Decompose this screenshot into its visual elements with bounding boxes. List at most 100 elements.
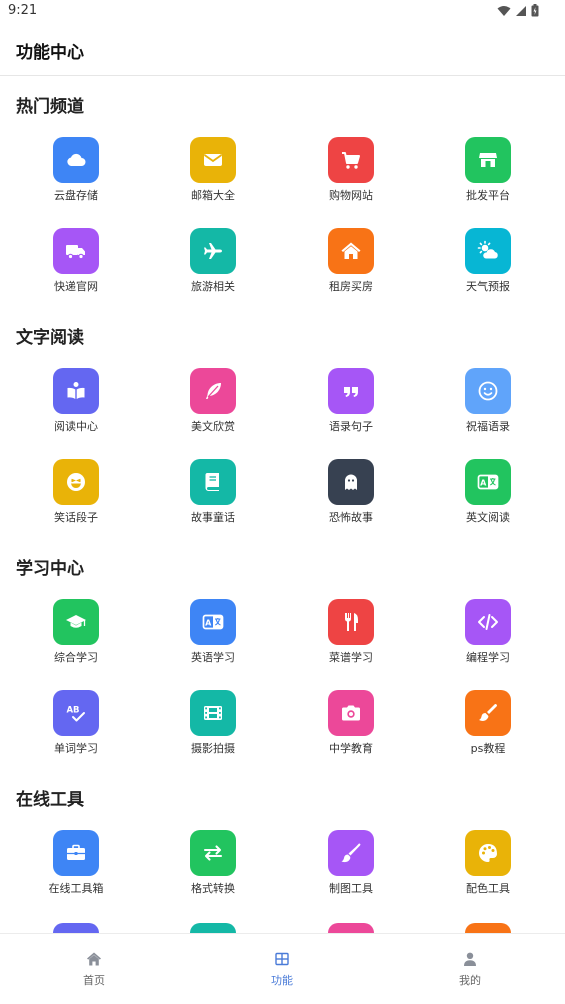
utensils-icon [328, 599, 374, 645]
tile-programming[interactable]: 编程学习 [433, 599, 543, 679]
tile-label: 英文阅读 [466, 511, 510, 524]
exchange-icon [190, 830, 236, 876]
feather-icon [190, 368, 236, 414]
tile-label: 英语学习 [191, 651, 235, 664]
cloud-icon [53, 137, 99, 183]
section-title-study: 学习中心 [16, 559, 84, 579]
function-list[interactable]: 热门频道 云盘存储 邮箱大全 购物网站 批发平台 快递官网 旅游相关 租房买房 … [0, 77, 565, 933]
status-icons [497, 4, 539, 17]
tile-travel[interactable]: 旅游相关 [158, 228, 268, 308]
tile-peek[interactable] [465, 923, 511, 933]
ghost-icon [328, 459, 374, 505]
weather-icon [465, 228, 511, 274]
tile-vocabulary[interactable]: AB 单词学习 [21, 690, 131, 770]
film-icon [190, 690, 236, 736]
translate-icon: A [465, 459, 511, 505]
nav-label: 我的 [459, 974, 481, 987]
status-time: 9:21 [8, 3, 38, 18]
tile-peek[interactable] [190, 923, 236, 933]
tile-recipes[interactable]: 菜谱学习 [296, 599, 406, 679]
palette-icon [465, 830, 511, 876]
tile-label: 语录句子 [329, 420, 373, 433]
tile-label: 综合学习 [54, 651, 98, 664]
grid-icon [275, 952, 289, 966]
plane-icon [190, 228, 236, 274]
status-bar: 9:21 [0, 0, 565, 24]
tile-peek[interactable] [53, 923, 99, 933]
nav-home[interactable]: 首页 [0, 934, 188, 1004]
tile-express[interactable]: 快递官网 [21, 228, 131, 308]
tile-label: 配色工具 [466, 882, 510, 895]
nav-functions[interactable]: 功能 [188, 934, 376, 1004]
tile-general-study[interactable]: 综合学习 [21, 599, 131, 679]
tile-wholesale[interactable]: 批发平台 [433, 137, 543, 217]
tile-weather[interactable]: 天气预报 [433, 228, 543, 308]
envelope-icon [190, 137, 236, 183]
tile-jokes[interactable]: 笑话段子 [21, 459, 131, 539]
quote-icon [328, 368, 374, 414]
tile-color-tool[interactable]: 配色工具 [433, 830, 543, 910]
tile-english-study[interactable]: A 英语学习 [158, 599, 268, 679]
cart-icon [328, 137, 374, 183]
tile-label: 编程学习 [466, 651, 510, 664]
toolbox-icon [53, 830, 99, 876]
nav-profile[interactable]: 我的 [376, 934, 564, 1004]
tile-label: 旅游相关 [191, 280, 235, 293]
tile-horror[interactable]: 恐怖故事 [296, 459, 406, 539]
laugh-icon [53, 459, 99, 505]
tile-label: 恐怖故事 [329, 511, 373, 524]
tile-label: 邮箱大全 [191, 189, 235, 202]
tile-cloud-storage[interactable]: 云盘存储 [21, 137, 131, 217]
tile-toolbox[interactable]: 在线工具箱 [21, 830, 131, 910]
tile-label: 在线工具箱 [48, 882, 104, 895]
signal-icon [516, 5, 526, 16]
tile-label: 祝福语录 [466, 420, 510, 433]
store-icon [465, 137, 511, 183]
tile-english-reading[interactable]: A 英文阅读 [433, 459, 543, 539]
tile-middle-school[interactable]: 中学教育 [296, 690, 406, 770]
tile-format-convert[interactable]: 格式转换 [158, 830, 268, 910]
tile-mailbox[interactable]: 邮箱大全 [158, 137, 268, 217]
camera-icon [328, 690, 374, 736]
tile-shopping[interactable]: 购物网站 [296, 137, 406, 217]
brush-icon [465, 690, 511, 736]
wifi-icon [497, 5, 511, 16]
tile-label: 快递官网 [54, 280, 98, 293]
svg-text:A: A [480, 479, 487, 488]
tile-label: 故事童话 [191, 511, 235, 524]
section-title-hot: 热门频道 [16, 97, 84, 117]
user-icon [464, 952, 476, 966]
truck-icon [53, 228, 99, 274]
tile-ps-tutorial[interactable]: ps教程 [433, 690, 543, 770]
tile-label: 单词学习 [54, 742, 98, 755]
tile-blessings[interactable]: 祝福语录 [433, 368, 543, 448]
tile-label: 格式转换 [191, 882, 235, 895]
tile-label: 购物网站 [329, 189, 373, 202]
tile-label: 天气预报 [466, 280, 510, 293]
tile-label: 制图工具 [329, 882, 373, 895]
paintbrush-icon [328, 830, 374, 876]
language-icon: A [190, 599, 236, 645]
app-header: 功能中心 [0, 24, 565, 76]
tile-prose[interactable]: 美文欣赏 [158, 368, 268, 448]
smile-icon [465, 368, 511, 414]
section-title-tools: 在线工具 [16, 790, 84, 810]
tile-label: 摄影拍摄 [191, 742, 235, 755]
tile-photography[interactable]: 摄影拍摄 [158, 690, 268, 770]
page-title: 功能中心 [16, 43, 84, 63]
bottom-nav: 首页 功能 我的 [0, 933, 565, 1004]
code-icon [465, 599, 511, 645]
battery-icon [531, 4, 539, 17]
tile-quotes[interactable]: 语录句子 [296, 368, 406, 448]
house-icon [328, 228, 374, 274]
book-icon [190, 459, 236, 505]
tile-reading-center[interactable]: 阅读中心 [21, 368, 131, 448]
nav-label: 首页 [83, 974, 105, 987]
tile-housing[interactable]: 租房买房 [296, 228, 406, 308]
tile-label: 菜谱学习 [329, 651, 373, 664]
graduation-cap-icon [53, 599, 99, 645]
tile-drawing-tool[interactable]: 制图工具 [296, 830, 406, 910]
tile-label: 笑话段子 [54, 511, 98, 524]
tile-fairy-tales[interactable]: 故事童话 [158, 459, 268, 539]
tile-peek[interactable] [328, 923, 374, 933]
